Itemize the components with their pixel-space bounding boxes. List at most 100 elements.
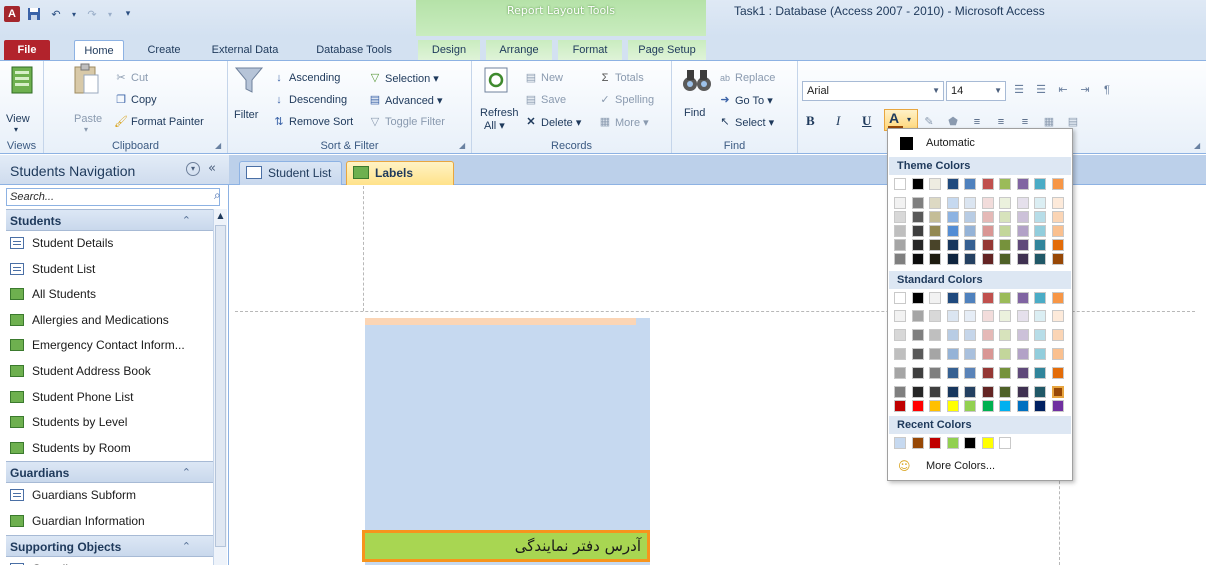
- filter-icon[interactable]: [234, 65, 264, 95]
- customize-qat-icon[interactable]: ▾: [120, 6, 136, 22]
- gridlines-icon[interactable]: ▦: [1042, 115, 1056, 129]
- theme-shade-swatch[interactable]: [1016, 211, 1029, 223]
- advanced-button[interactable]: ▤ Advanced ▾: [368, 93, 443, 107]
- standard-color-swatch[interactable]: [911, 292, 924, 304]
- tab-external-data[interactable]: External Data: [202, 40, 288, 60]
- find-button[interactable]: Find: [684, 107, 705, 119]
- view-icon[interactable]: [7, 65, 37, 95]
- theme-color-swatch[interactable]: [929, 178, 941, 190]
- standard-bright-swatch[interactable]: [1034, 400, 1046, 412]
- theme-shade-swatch[interactable]: [1034, 239, 1046, 251]
- descending-button[interactable]: ↓ Descending: [272, 93, 347, 107]
- standard-bright-swatch[interactable]: [911, 400, 924, 412]
- tab-format[interactable]: Format: [558, 40, 622, 60]
- theme-shade-swatch[interactable]: [894, 211, 906, 223]
- nav-section-header[interactable]: Guardians ⌃: [6, 461, 213, 484]
- paste-button[interactable]: Paste: [74, 113, 102, 125]
- paste-dropdown-icon[interactable]: ▾: [84, 125, 88, 134]
- standard-shade-swatch[interactable]: [981, 386, 994, 398]
- italic-button[interactable]: I: [836, 113, 840, 129]
- standard-shade-swatch[interactable]: [894, 329, 906, 341]
- automatic-color-item[interactable]: Automatic: [892, 133, 1070, 155]
- undo-icon[interactable]: ↶: [48, 6, 64, 22]
- theme-shade-swatch[interactable]: [911, 239, 924, 251]
- standard-color-swatch[interactable]: [946, 292, 959, 304]
- font-color-dropdown-icon[interactable]: ▾: [907, 115, 911, 124]
- theme-shade-swatch[interactable]: [911, 211, 924, 223]
- standard-shade-swatch[interactable]: [1034, 329, 1046, 341]
- standard-shade-swatch[interactable]: [929, 386, 941, 398]
- theme-color-swatch[interactable]: [911, 178, 924, 190]
- theme-shade-swatch[interactable]: [999, 253, 1011, 265]
- collapse-chevron-icon[interactable]: ⌃: [182, 536, 191, 558]
- new-record-button[interactable]: ▤ New: [524, 71, 563, 85]
- more-colors-item[interactable]: ☺ More Colors...: [892, 457, 1070, 477]
- theme-shade-swatch[interactable]: [964, 225, 976, 237]
- standard-bright-swatch[interactable]: [1051, 400, 1064, 412]
- standard-shade-swatch[interactable]: [999, 386, 1011, 398]
- standard-shade-swatch[interactable]: [999, 367, 1011, 379]
- font-name-combo[interactable]: Arial ▼: [802, 81, 944, 101]
- format-painter-button[interactable]: 🖌 Format Painter: [114, 115, 204, 129]
- standard-shade-swatch[interactable]: [1016, 329, 1029, 341]
- standard-shade-swatch[interactable]: [1051, 386, 1064, 398]
- standard-shade-swatch[interactable]: [981, 367, 994, 379]
- theme-shade-swatch[interactable]: [999, 239, 1011, 251]
- theme-color-swatch[interactable]: [1034, 178, 1046, 190]
- standard-bright-swatch[interactable]: [999, 400, 1011, 412]
- theme-shade-swatch[interactable]: [1051, 197, 1064, 209]
- theme-color-swatch[interactable]: [1016, 178, 1029, 190]
- standard-shade-swatch[interactable]: [964, 367, 976, 379]
- font-name-dropdown-icon[interactable]: ▼: [932, 82, 940, 100]
- theme-shade-swatch[interactable]: [929, 239, 941, 251]
- theme-color-swatch[interactable]: [999, 178, 1011, 190]
- theme-shade-swatch[interactable]: [981, 211, 994, 223]
- standard-shade-swatch[interactable]: [894, 310, 906, 322]
- ascending-button[interactable]: ↓ Ascending: [272, 71, 340, 85]
- theme-shade-swatch[interactable]: [946, 197, 959, 209]
- theme-shade-swatch[interactable]: [1016, 197, 1029, 209]
- standard-shade-swatch[interactable]: [1051, 329, 1064, 341]
- scroll-thumb[interactable]: [215, 225, 226, 547]
- spelling-button[interactable]: ✓ Spelling: [598, 93, 654, 107]
- paragraph-direction-icon[interactable]: ¶: [1100, 83, 1114, 97]
- standard-shade-swatch[interactable]: [1034, 348, 1046, 360]
- doc-tab-student-list[interactable]: Student List: [239, 161, 342, 185]
- theme-shade-swatch[interactable]: [1034, 253, 1046, 265]
- standard-shade-swatch[interactable]: [999, 310, 1011, 322]
- tab-create[interactable]: Create: [136, 40, 192, 60]
- theme-color-swatch[interactable]: [981, 178, 994, 190]
- collapse-chevron-icon[interactable]: ⌃: [182, 462, 191, 484]
- nav-item[interactable]: Student Phone List: [6, 385, 213, 411]
- access-logo-icon[interactable]: A: [4, 6, 20, 22]
- theme-shade-swatch[interactable]: [1051, 239, 1064, 251]
- theme-shade-swatch[interactable]: [981, 225, 994, 237]
- recent-color-swatch[interactable]: [981, 437, 994, 449]
- standard-color-swatch[interactable]: [894, 292, 906, 304]
- bullets-icon[interactable]: ☰: [1012, 83, 1026, 97]
- standard-shade-swatch[interactable]: [946, 329, 959, 341]
- shutter-bar-close-icon[interactable]: «: [208, 161, 216, 176]
- standard-shade-swatch[interactable]: [946, 386, 959, 398]
- nav-item[interactable]: Emergency Contact Inform...: [6, 333, 213, 359]
- theme-shade-swatch[interactable]: [946, 225, 959, 237]
- theme-shade-swatch[interactable]: [999, 225, 1011, 237]
- align-right-icon[interactable]: ≡: [1018, 115, 1032, 129]
- standard-shade-swatch[interactable]: [964, 386, 976, 398]
- theme-shade-swatch[interactable]: [999, 197, 1011, 209]
- standard-shade-swatch[interactable]: [999, 329, 1011, 341]
- theme-shade-swatch[interactable]: [964, 197, 976, 209]
- numbering-icon[interactable]: ☰: [1034, 83, 1048, 97]
- standard-shade-swatch[interactable]: [894, 367, 906, 379]
- theme-shade-swatch[interactable]: [1051, 225, 1064, 237]
- doc-tab-labels-query1[interactable]: Labels Query1: [346, 161, 454, 202]
- nav-item[interactable]: Students by Level: [6, 410, 213, 436]
- collapse-chevron-icon[interactable]: ⌃: [182, 210, 191, 232]
- theme-shade-swatch[interactable]: [946, 253, 959, 265]
- address-label-field[interactable]: آدرس دفتر نمایندگی: [362, 530, 650, 562]
- align-center-icon[interactable]: ≡: [994, 115, 1008, 129]
- theme-shade-swatch[interactable]: [1051, 211, 1064, 223]
- standard-shade-swatch[interactable]: [981, 348, 994, 360]
- selection-button[interactable]: ▽ Selection ▾: [368, 71, 439, 85]
- standard-bright-swatch[interactable]: [1016, 400, 1029, 412]
